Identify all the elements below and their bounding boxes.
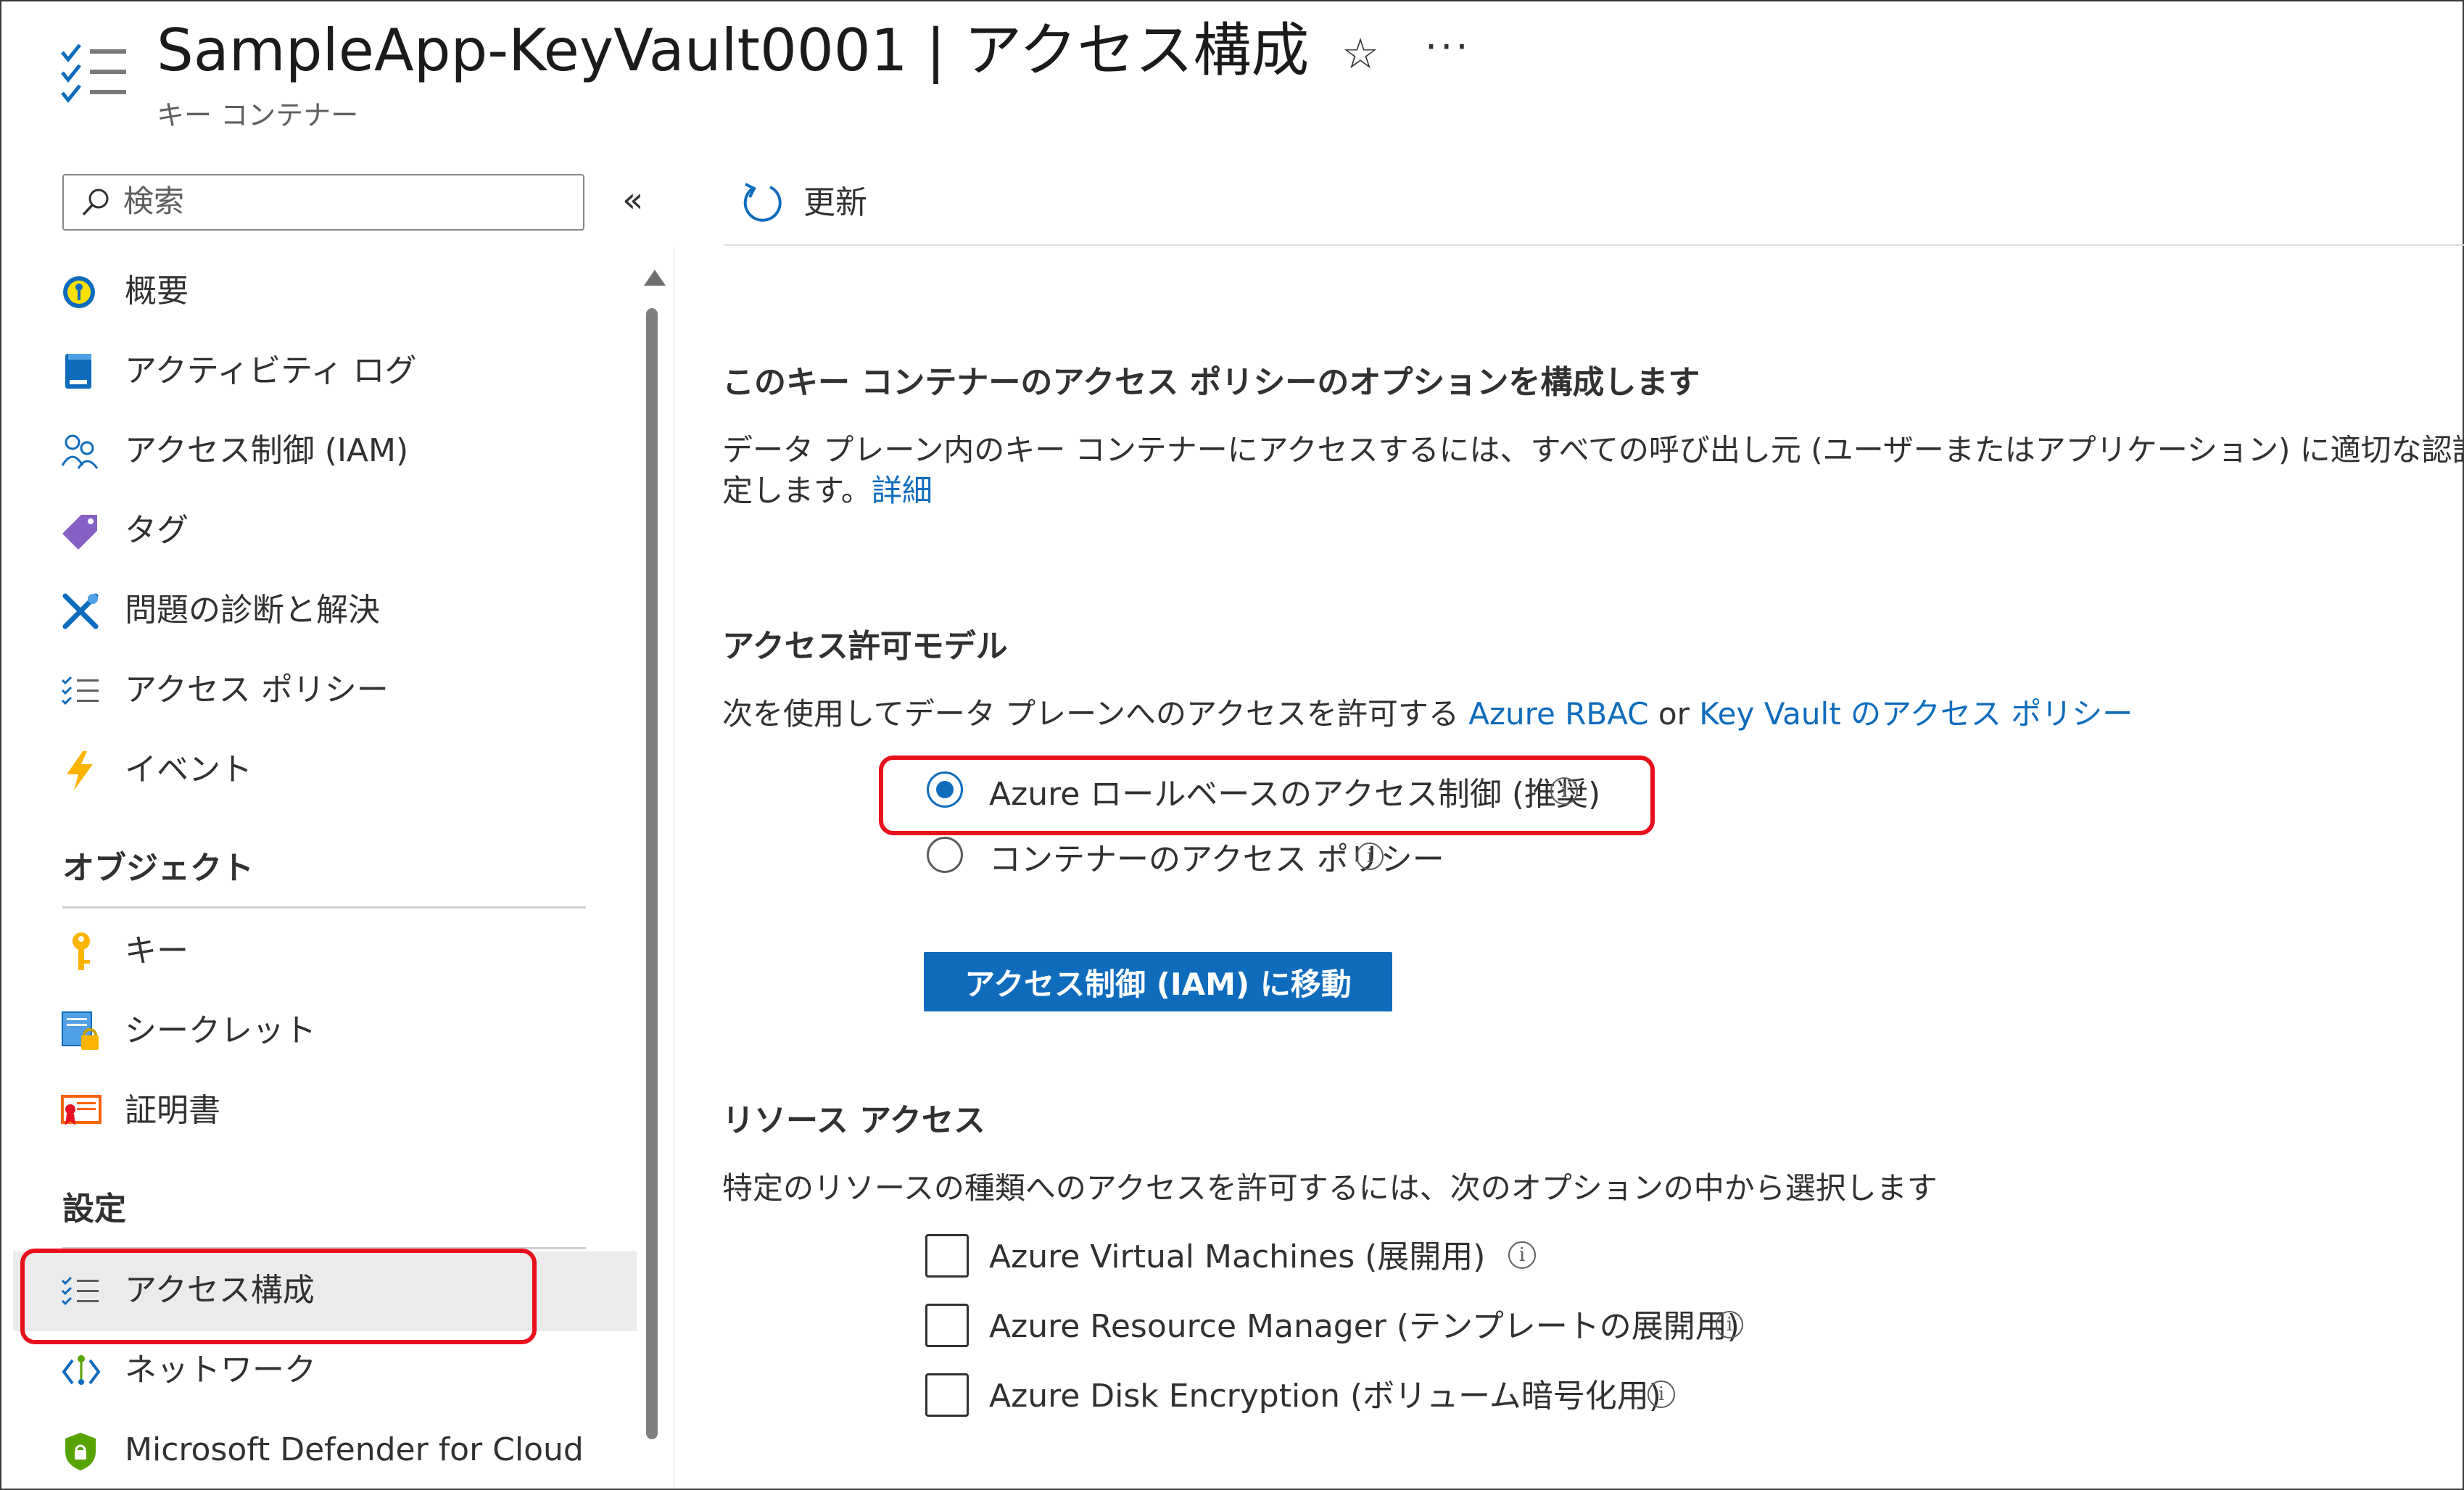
radio-button[interactable] <box>927 837 963 873</box>
intro-text-line2: 定します。詳細 <box>722 476 933 506</box>
info-icon[interactable]: i <box>1716 1311 1743 1338</box>
sidebar-item-label: イベント <box>125 751 252 788</box>
info-icon[interactable]: i <box>1508 1241 1536 1269</box>
sidebar-item-activity-log[interactable]: アクティビティ ログ <box>58 349 624 396</box>
tag-icon <box>62 515 97 550</box>
permission-model-text: 次を使用してデータ プレーンへのアクセスを許可する Azure RBAC or … <box>722 699 2133 729</box>
network-icon <box>62 1355 101 1385</box>
refresh-button[interactable]: 更新 <box>740 174 885 229</box>
sidebar-item-certificates[interactable]: 証明書 <box>58 1089 624 1135</box>
command-bar-divider <box>724 244 2464 246</box>
checkbox[interactable] <box>925 1304 969 1347</box>
resource-access-heading: リソース アクセス <box>722 1102 985 1139</box>
permission-model-heading: アクセス許可モデル <box>722 628 1008 665</box>
permission-text: 次を使用してデータ プレーンへのアクセスを許可する <box>722 696 1459 732</box>
favorite-star-icon[interactable]: ☆ <box>1341 33 1379 75</box>
sidebar-item-secrets[interactable]: シークレット <box>58 1009 624 1056</box>
sidebar-item-events[interactable]: イベント <box>58 748 624 795</box>
goto-iam-button[interactable]: アクセス制御 (IAM) に移動 <box>924 952 1392 1011</box>
sidebar-scrollbar[interactable] <box>646 308 658 1439</box>
sidebar-item-label: アクセス制御 (IAM) <box>125 432 409 469</box>
more-options-icon[interactable]: ··· <box>1425 28 1471 67</box>
intro-heading: このキー コンテナーのアクセス ポリシーのオプションを構成します <box>722 364 1700 401</box>
checkbox-option-arm[interactable]: Azure Resource Manager (テンプレートの展開用) i <box>925 1302 1795 1350</box>
intro-text-line1: データ プレーン内のキー コンテナーにアクセスするには、すべての呼び出し元 (ユ… <box>722 435 2463 465</box>
sidebar-item-label: 問題の診断と解決 <box>125 592 380 629</box>
checkbox-label: Azure Virtual Machines (展開用) <box>989 1238 1486 1275</box>
sidebar-item-label: 概要 <box>125 273 189 310</box>
sidebar-item-label: 証明書 <box>125 1092 220 1129</box>
defender-shield-icon <box>65 1433 96 1470</box>
sidebar-item-overview[interactable]: 概要 <box>58 270 624 316</box>
search-placeholder: 検索 <box>123 183 185 219</box>
section-heading-objects: オブジェクト <box>62 850 254 887</box>
checkbox-label: Azure Disk Encryption (ボリューム暗号化用) <box>989 1378 1661 1415</box>
section-heading-settings: 設定 <box>62 1191 126 1228</box>
pane-divider <box>673 247 674 1487</box>
certificate-icon <box>61 1095 102 1125</box>
checkbox[interactable] <box>925 1373 969 1417</box>
resource-type-subtitle: キー コンテナー <box>157 99 359 131</box>
search-icon <box>82 189 109 216</box>
sidebar-item-networking[interactable]: ネットワーク <box>58 1349 624 1395</box>
section-divider <box>62 906 586 909</box>
access-policy-list-icon <box>61 44 126 104</box>
overview-key-icon <box>63 276 95 308</box>
sidebar-item-access-policies[interactable]: アクセス ポリシー <box>58 669 624 715</box>
sidebar-item-keys[interactable]: キー <box>58 930 624 976</box>
sidebar-item-diagnose[interactable]: 問題の診断と解決 <box>58 589 624 635</box>
highlight-box-rbac-option <box>879 756 1655 835</box>
scroll-up-arrow-icon[interactable] <box>644 270 666 286</box>
highlight-box-selected-nav <box>20 1249 537 1344</box>
sidebar-item-label: シークレット <box>125 1012 316 1049</box>
sidebar-item-label: キー <box>125 932 189 969</box>
checkbox-label: Azure Resource Manager (テンプレートの展開用) <box>989 1308 1740 1345</box>
info-icon[interactable]: i <box>1356 843 1384 870</box>
azure-rbac-link[interactable]: Azure RBAC <box>1468 696 1648 732</box>
secret-icon <box>62 1011 99 1050</box>
bolt-icon <box>67 751 93 790</box>
sidebar-item-label: アクセス ポリシー <box>125 671 389 708</box>
key-vault-access-policy-link[interactable]: Key Vault のアクセス ポリシー <box>1699 696 2133 732</box>
refresh-icon <box>743 183 782 222</box>
checklist-icon <box>61 676 99 705</box>
checkbox[interactable] <box>925 1234 969 1278</box>
sidebar-item-label: アクティビティ ログ <box>125 352 417 389</box>
radio-option-vault-access-policy[interactable]: コンテナーのアクセス ポリシー i <box>927 835 1478 879</box>
checkbox-option-vm[interactable]: Azure Virtual Machines (展開用) i <box>925 1233 1578 1280</box>
checkbox-option-disk-encryption[interactable]: Azure Disk Encryption (ボリューム暗号化用) i <box>925 1372 1723 1420</box>
intro-text-tail: 定します。 <box>722 473 872 508</box>
collapse-sidebar-icon[interactable]: « <box>622 183 643 218</box>
refresh-label: 更新 <box>803 184 867 221</box>
resource-access-text: 特定のリソースの種類へのアクセスを許可するには、次のオプションの中から選択します <box>722 1170 1938 1206</box>
sidebar-item-iam[interactable]: アクセス制御 (IAM) <box>58 429 624 476</box>
learn-more-link[interactable]: 詳細 <box>872 473 933 508</box>
sidebar-item-label: タグ <box>125 512 189 549</box>
sidebar-item-tags[interactable]: タグ <box>58 509 624 555</box>
page-title: SampleApp-KeyVault0001 | アクセス構成 <box>157 17 1310 84</box>
sidebar-item-label: Microsoft Defender for Cloud <box>125 1431 584 1468</box>
info-icon[interactable]: i <box>1648 1381 1675 1408</box>
activity-log-icon <box>65 354 91 389</box>
people-icon <box>61 434 99 469</box>
sidebar-item-label: ネットワーク <box>125 1352 316 1388</box>
wrench-icon <box>62 593 99 629</box>
key-icon <box>73 932 90 970</box>
sidebar-item-defender[interactable]: Microsoft Defender for Cloud <box>58 1428 638 1475</box>
or-text: or <box>1658 696 1690 732</box>
